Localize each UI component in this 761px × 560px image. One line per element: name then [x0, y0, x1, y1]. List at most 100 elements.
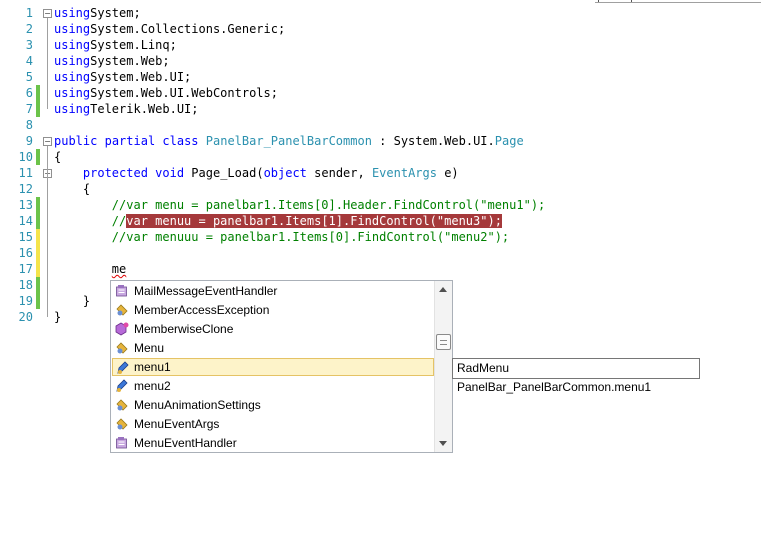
code-text: protected void Page_Load(object sender, … — [54, 165, 459, 181]
completion-item-label: MenuAnimationSettings — [134, 398, 261, 412]
code-line[interactable]: 11− protected void Page_Load(object send… — [0, 165, 761, 181]
window-top-edge — [595, 0, 761, 3]
code-line[interactable]: 3 usingSystem.Linq; — [0, 37, 761, 53]
completion-item[interactable]: MemberAccessException — [112, 301, 434, 319]
saved-change-marker — [36, 85, 40, 101]
keyword-token: using — [54, 102, 91, 116]
code-line[interactable]: 10 { — [0, 149, 761, 165]
scroll-down-icon[interactable] — [439, 441, 447, 446]
code-token: System.Web.UI; — [90, 70, 192, 84]
line-number: 14 — [18, 214, 33, 228]
saved-change-marker — [36, 101, 40, 117]
code-line[interactable]: 9 − public partial class PanelBar_PanelBar… — [0, 133, 761, 149]
code-text: { — [54, 181, 90, 197]
collapse-outline-icon[interactable]: − — [43, 137, 52, 146]
delegate-icon — [115, 284, 129, 298]
code-token: System.Collections.Generic; — [90, 22, 286, 36]
code-line[interactable]: 1 − usingSystem; — [0, 5, 761, 21]
completion-scrollbar[interactable] — [434, 281, 452, 452]
code-text: usingSystem.Web.UI; — [54, 69, 191, 85]
completion-item[interactable]: MenuAnimationSettings — [112, 396, 434, 414]
comment-token: //var menu = panelbar1.Items[0].Header.F… — [111, 198, 546, 212]
code-text: //var menuu = panelbar1.Items[1].FindCon… — [54, 213, 502, 229]
saved-change-marker — [36, 213, 40, 229]
keyword-token: object — [263, 166, 307, 180]
code-token: Telerik.Web.UI; — [90, 102, 199, 116]
scroll-up-icon[interactable] — [439, 287, 447, 292]
line-number: 4 — [25, 54, 33, 68]
code-text: { — [54, 149, 61, 165]
keyword-token: using — [54, 70, 91, 84]
delegate-icon — [115, 436, 129, 450]
completion-item[interactable]: menu2 — [112, 377, 434, 395]
completion-item[interactable]: MenuEventArgs — [112, 415, 434, 433]
code-line[interactable]: 17 me — [0, 261, 761, 277]
line-number: 11 — [18, 166, 33, 180]
code-token: } — [54, 294, 91, 308]
code-token: System.Web.UI.WebControls; — [90, 86, 278, 100]
code-line[interactable]: 8 — [0, 117, 761, 133]
line-number: 1 — [25, 6, 33, 20]
code-line[interactable]: 6 usingSystem.Web.UI.WebControls; — [0, 85, 761, 101]
completion-item-label: MenuEventArgs — [134, 417, 220, 431]
type-token: PanelBar_PanelBarCommon — [205, 134, 372, 148]
keyword-token: protected — [82, 166, 148, 180]
code-text: usingSystem; — [54, 5, 141, 21]
scroll-thumb[interactable] — [436, 334, 451, 350]
code-line[interactable]: 5 usingSystem.Web.UI; — [0, 69, 761, 85]
completion-item[interactable]: MailMessageEventHandler — [112, 282, 434, 300]
code-line[interactable]: 14 //var menuu = panelbar1.Items[1].Find… — [0, 213, 761, 229]
outline-guide — [47, 178, 48, 301]
code-line[interactable]: 7 usingTelerik.Web.UI; — [0, 101, 761, 117]
unsaved-change-marker — [36, 261, 40, 277]
code-token: { — [54, 150, 62, 164]
keyword-token: using — [54, 54, 91, 68]
collapse-outline-icon[interactable]: − — [43, 9, 52, 18]
code-line[interactable]: 13 //var menu = panelbar1.Items[0].Heade… — [0, 197, 761, 213]
code-line[interactable]: 4 usingSystem.Web; — [0, 53, 761, 69]
completion-item-label: menu2 — [134, 379, 171, 393]
code-text: public partial class PanelBar_PanelBarCo… — [54, 133, 524, 149]
completion-item[interactable]: MemberwiseClone — [112, 320, 434, 338]
line-number: 2 — [25, 22, 33, 36]
saved-change-marker — [36, 277, 40, 293]
unsaved-change-marker — [36, 229, 40, 245]
code-token: System.Linq; — [90, 38, 177, 52]
code-text: usingSystem.Collections.Generic; — [54, 21, 285, 37]
line-number: 8 — [25, 118, 33, 132]
keyword-token: using — [54, 86, 91, 100]
line-number: 6 — [25, 86, 33, 100]
line-number: 3 — [25, 38, 33, 52]
type-token: EventArgs — [371, 166, 437, 180]
code-text: usingSystem.Web.UI.WebControls; — [54, 85, 278, 101]
code-line[interactable]: 15 //var menuuu = panelbar1.Items[0].Fin… — [0, 229, 761, 245]
keyword-token: using — [54, 6, 91, 20]
class-icon — [115, 417, 129, 431]
line-number: 9 — [25, 134, 33, 148]
line-number: 12 — [18, 182, 33, 196]
code-line[interactable]: 2 usingSystem.Collections.Generic; — [0, 21, 761, 37]
completion-item-selected[interactable]: menu1 — [112, 358, 434, 376]
line-number: 15 — [18, 230, 33, 244]
intellisense-completion-list[interactable]: MailMessageEventHandler MemberAccessExcep… — [110, 280, 453, 453]
completion-item[interactable]: MenuEventHandler — [112, 434, 434, 452]
keyword-token: partial — [104, 134, 156, 148]
field-icon — [115, 379, 129, 393]
code-text: //var menu = panelbar1.Items[0].Header.F… — [54, 197, 545, 213]
saved-change-marker — [36, 197, 40, 213]
keyword-token: void — [155, 166, 185, 180]
line-number: 19 — [18, 294, 33, 308]
completion-item[interactable]: Menu — [112, 339, 434, 357]
comment-token: //var menuuu = panelbar1.Items[0].FindCo… — [111, 230, 510, 244]
code-line[interactable]: 16 — [0, 245, 761, 261]
completion-item-label: MailMessageEventHandler — [134, 284, 278, 298]
keyword-token: public — [54, 134, 98, 148]
class-icon — [115, 303, 129, 317]
code-line[interactable]: 12 { — [0, 181, 761, 197]
type-token: Page — [494, 134, 524, 148]
completion-item-label: MemberwiseClone — [134, 322, 234, 336]
code-text: } — [54, 293, 90, 309]
